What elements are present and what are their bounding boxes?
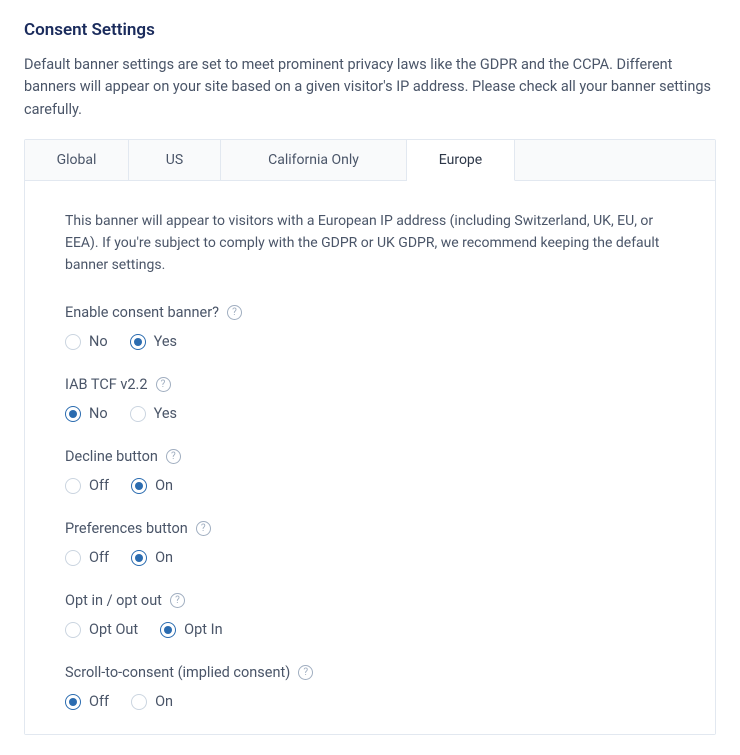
radio-circle [160,622,176,638]
radio-label: Off [89,549,109,566]
radio-circle [131,478,147,494]
label-iab-tcf: IAB TCF v2.2 [65,376,148,393]
radio-scroll-consent-off[interactable]: Off [65,693,109,710]
radio-label: Opt Out [89,621,138,638]
label-enable-banner: Enable consent banner? [65,304,219,321]
help-icon[interactable]: ? [196,521,211,536]
radio-label: No [89,405,108,422]
radio-circle [65,622,81,638]
radio-label: Off [89,693,109,710]
radio-iab-tcf-no[interactable]: No [65,405,108,422]
help-icon[interactable]: ? [298,665,313,680]
radio-enable-banner-no[interactable]: No [65,333,108,350]
tab-california-only[interactable]: California Only [221,140,407,180]
radio-preferences-button-off[interactable]: Off [65,549,109,566]
radio-group-preferences-button: Off On [65,549,675,566]
radio-circle [65,334,81,350]
radio-circle [65,406,81,422]
radio-decline-button-on[interactable]: On [131,477,173,494]
tab-europe[interactable]: Europe [407,140,515,181]
page-description: Default banner settings are set to meet … [24,54,716,121]
radio-circle [65,478,81,494]
radio-label: No [89,333,108,350]
radio-label: Opt In [184,621,222,638]
label-scroll-consent: Scroll-to-consent (implied consent) [65,664,290,681]
label-decline-button: Decline button [65,448,158,465]
field-enable-banner: Enable consent banner? ? No Yes [65,304,675,350]
label-preferences-button: Preferences button [65,520,188,537]
help-icon[interactable]: ? [170,593,185,608]
field-scroll-consent: Scroll-to-consent (implied consent) ? Of… [65,664,675,710]
radio-group-scroll-consent: Off On [65,693,675,710]
radio-preferences-button-on[interactable]: On [131,549,173,566]
radio-group-iab-tcf: No Yes [65,405,675,422]
radio-label: Yes [154,405,177,422]
tabs-row: Global US California Only Europe [25,140,715,181]
radio-group-enable-banner: No Yes [65,333,675,350]
field-opt-in-out: Opt in / opt out ? Opt Out Opt In [65,592,675,638]
panel-europe: This banner will appear to visitors with… [25,181,715,734]
help-icon[interactable]: ? [227,305,242,320]
radio-circle [65,694,81,710]
panel-description: This banner will appear to visitors with… [65,211,675,276]
tab-global[interactable]: Global [25,140,129,180]
radio-label: On [155,693,173,710]
radio-circle [65,550,81,566]
radio-circle [131,694,147,710]
radio-iab-tcf-yes[interactable]: Yes [130,405,177,422]
radio-label: On [155,549,173,566]
tabs-container: Global US California Only Europe This ba… [24,139,716,735]
radio-group-decline-button: Off On [65,477,675,494]
page-title: Consent Settings [24,20,716,40]
radio-label: Off [89,477,109,494]
radio-decline-button-off[interactable]: Off [65,477,109,494]
field-iab-tcf: IAB TCF v2.2 ? No Yes [65,376,675,422]
radio-circle [130,406,146,422]
radio-label: On [155,477,173,494]
field-preferences-button: Preferences button ? Off On [65,520,675,566]
radio-group-opt-in-out: Opt Out Opt In [65,621,675,638]
radio-opt-out[interactable]: Opt Out [65,621,138,638]
label-opt-in-out: Opt in / opt out [65,592,162,609]
radio-circle [131,550,147,566]
radio-enable-banner-yes[interactable]: Yes [130,333,177,350]
radio-circle [130,334,146,350]
radio-opt-in[interactable]: Opt In [160,621,222,638]
help-icon[interactable]: ? [156,377,171,392]
radio-label: Yes [154,333,177,350]
tab-us[interactable]: US [129,140,221,180]
help-icon[interactable]: ? [166,449,181,464]
field-decline-button: Decline button ? Off On [65,448,675,494]
radio-scroll-consent-on[interactable]: On [131,693,173,710]
